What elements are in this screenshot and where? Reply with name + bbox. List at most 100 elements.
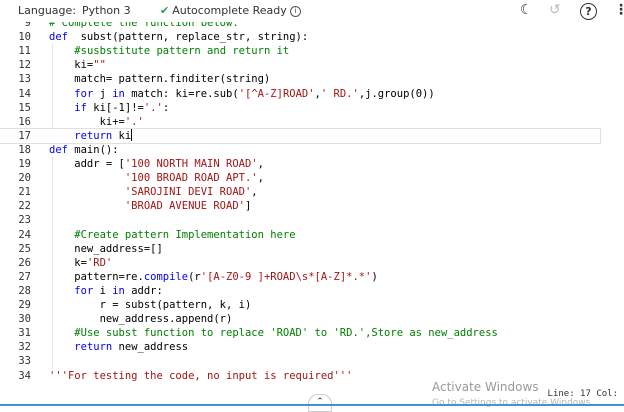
code-text[interactable]: match= pattern.finditer(string) — [49, 72, 270, 86]
code-text[interactable]: ki+='.' — [49, 115, 144, 129]
moon-icon[interactable]: ☾ — [520, 2, 533, 18]
code-text[interactable]: new_address=[] — [49, 242, 163, 256]
code-token: ] — [244, 200, 252, 213]
code-token: #susbstitute pattern and return it — [74, 45, 290, 58]
autocomplete-label: Autocomplete Ready — [172, 4, 287, 17]
code-text[interactable]: new_address.append(r) — [49, 312, 233, 326]
code-text[interactable]: return ki — [49, 128, 133, 143]
line-number: 13 — [18, 73, 31, 86]
code-line[interactable]: 14 for j in match: ki=re.sub('[^A-Z]ROAD… — [0, 87, 624, 101]
code-text[interactable]: def subst(pattern, replace_str, string): — [49, 30, 308, 44]
code-text[interactable]: '100 BROAD ROAD APT.', — [49, 171, 264, 185]
code-token: addr: — [124, 284, 163, 297]
code-editor[interactable]: 9 # Complete the function below. 10 def sub… — [0, 22, 624, 384]
line-number: 24 — [18, 228, 31, 241]
code-token: #Create pattern Implementation here — [74, 228, 296, 241]
code-line[interactable]: 30 new_address.append(r) — [0, 312, 624, 326]
code-line[interactable]: 32 return new_address — [0, 340, 624, 354]
code-token: , — [251, 186, 258, 199]
code-token: return — [74, 129, 113, 142]
code-token: ' RD.' — [320, 87, 359, 100]
code-token: '.' — [124, 115, 144, 128]
line-number: 16 — [18, 115, 31, 128]
code-token: new_address — [112, 341, 189, 354]
code-text[interactable]: '''For testing the code, no input is req… — [49, 369, 352, 383]
code-line[interactable]: 11 #susbstitute pattern and return it — [0, 44, 624, 58]
code-line[interactable]: 29 r = subst(pattern, k, i) — [0, 298, 624, 312]
code-line[interactable]: 17 return ki — [0, 127, 601, 144]
code-line[interactable]: 25 new_address=[] — [0, 242, 624, 256]
line-number: 21 — [18, 186, 31, 199]
code-line[interactable]: 24 #Create pattern Implementation here — [0, 228, 624, 242]
language-value[interactable]: Python 3 — [82, 4, 131, 17]
code-text[interactable]: return new_address — [49, 340, 188, 354]
code-text[interactable]: 'BROAD AVENUE ROAD'] — [49, 199, 251, 213]
code-line[interactable]: 21 'SAROJINI DEVI ROAD', — [0, 185, 624, 199]
code-text[interactable]: # Complete the function below. — [49, 22, 239, 30]
code-text[interactable]: 'SAROJINI DEVI ROAD', — [49, 185, 258, 199]
code-token: addr = [ — [49, 158, 125, 170]
chevron-up-icon[interactable]: ⌃ — [308, 394, 332, 412]
line-number: 18 — [18, 143, 31, 156]
code-token: pattern=re. — [49, 270, 144, 283]
code-line[interactable]: 23 — [0, 213, 624, 227]
code-text[interactable]: for i in addr: — [49, 284, 163, 298]
code-token: match= pattern.finditer(string) — [49, 73, 271, 86]
code-token: main(): — [67, 143, 119, 156]
language-selector[interactable]: Language: Python 3 — [18, 4, 131, 17]
code-token: , — [257, 158, 264, 170]
code-line[interactable]: 12 ki="" — [0, 58, 624, 72]
code-token: , — [257, 172, 264, 185]
autocomplete-status: ✔ Autocomplete Ready i — [160, 4, 301, 17]
code-text[interactable]: ki="" — [49, 58, 106, 72]
code-token: new_address=[] — [49, 242, 163, 255]
code-text[interactable]: r = subst(pattern, k, i) — [49, 298, 252, 312]
line-number: 25 — [18, 242, 31, 255]
code-token: if — [74, 101, 87, 114]
code-token: compile — [143, 270, 189, 283]
code-text[interactable]: pattern=re.compile(r'[A-Z0-9 ]+ROAD\s*[A… — [49, 270, 377, 284]
code-line[interactable]: 28 for i in addr: — [0, 284, 624, 298]
code-line[interactable]: 13 match= pattern.finditer(string) — [0, 72, 624, 86]
code-line[interactable]: 20 '100 BROAD ROAD APT.', — [0, 171, 624, 185]
line-number: 15 — [18, 101, 31, 114]
code-text[interactable]: #Create pattern Implementation here — [49, 228, 296, 242]
code-text[interactable]: addr = ['100 NORTH MAIN ROAD', — [49, 157, 264, 171]
code-line[interactable]: 9 # Complete the function below. — [0, 22, 624, 30]
code-text[interactable]: for j in match: ki=re.sub('[^A-Z]ROAD','… — [49, 87, 434, 101]
code-token: 'SAROJINI DEVI ROAD' — [124, 186, 252, 199]
help-icon[interactable]: ? — [580, 3, 597, 20]
more-options-icon[interactable]: ⋮ — [614, 2, 624, 18]
code-token: for — [74, 87, 94, 100]
info-icon[interactable]: i — [289, 6, 301, 17]
code-token: '100 BROAD ROAD APT.' — [124, 172, 258, 185]
code-line[interactable]: 19 addr = ['100 NORTH MAIN ROAD', — [0, 157, 624, 171]
code-text[interactable]: #susbstitute pattern and return it — [49, 44, 289, 58]
code-text[interactable]: if ki[-1]!='.': — [49, 101, 169, 115]
code-token: subst(pattern, replace_str, string): — [67, 31, 309, 44]
code-line[interactable]: 10 def subst(pattern, replace_str, string… — [0, 30, 624, 44]
history-icon[interactable]: ↺ — [549, 2, 561, 18]
code-line[interactable]: 16 ki+='.' — [0, 115, 624, 129]
line-number: 28 — [18, 284, 31, 297]
code-line[interactable]: 18 def main(): — [0, 143, 624, 157]
code-text[interactable]: #Use subst function to replace 'ROAD' to… — [49, 326, 498, 340]
code-text[interactable]: k='RD' — [49, 256, 112, 270]
code-token: '''For testing the code, no input is req… — [49, 369, 353, 382]
code-line[interactable]: 22 'BROAD AVENUE ROAD'] — [0, 199, 624, 213]
code-text[interactable]: def main(): — [49, 143, 119, 157]
line-number: 30 — [18, 313, 31, 326]
code-line[interactable]: 27 pattern=re.compile(r'[A-Z0-9 ]+ROAD\s… — [0, 270, 624, 284]
activate-windows-subtitle: Go to Settings to activate Windows. — [432, 398, 594, 408]
code-line[interactable]: 31 #Use subst function to replace 'ROAD'… — [0, 326, 624, 340]
code-line[interactable]: 15 if ki[-1]!='.': — [0, 101, 624, 115]
code-line[interactable]: 33 — [0, 354, 624, 368]
code-token: ki+= — [49, 115, 125, 128]
code-line[interactable]: 26 k='RD' — [0, 256, 624, 270]
code-token: ki — [112, 129, 132, 142]
line-number: 20 — [18, 172, 31, 185]
